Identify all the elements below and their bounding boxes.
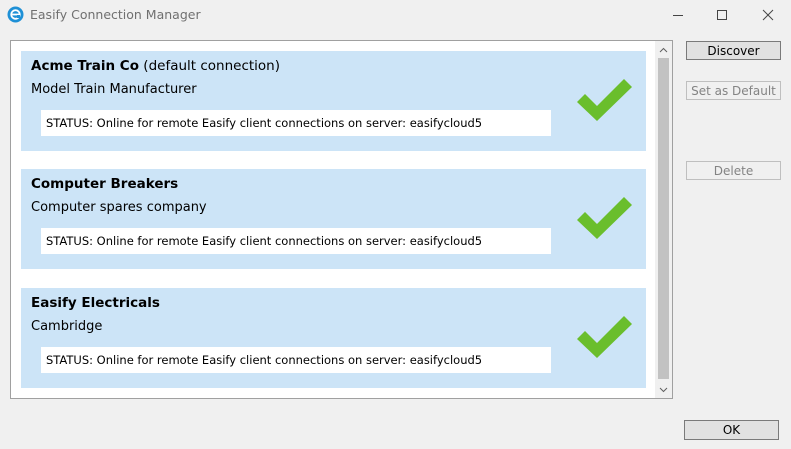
title-bar[interactable]: Easify Connection Manager bbox=[0, 0, 791, 30]
easify-logo-icon bbox=[7, 6, 24, 23]
ok-button[interactable]: OK bbox=[684, 420, 779, 440]
connection-card-easify-electricals[interactable]: Easify Electricals Cambridge STATUS: Onl… bbox=[21, 288, 646, 388]
connection-description: Computer spares company bbox=[31, 200, 207, 215]
connection-status: STATUS: Online for remote Easify client … bbox=[46, 234, 483, 248]
chevron-up-icon bbox=[659, 47, 668, 52]
window-title: Easify Connection Manager bbox=[30, 7, 201, 22]
connection-card-computer-breakers[interactable]: Computer Breakers Computer spares compan… bbox=[21, 169, 646, 269]
close-button[interactable] bbox=[745, 0, 791, 30]
connection-name: Computer Breakers bbox=[31, 176, 179, 192]
scroll-up-button[interactable] bbox=[655, 41, 672, 58]
connection-title: Acme Train Co (default connection) bbox=[31, 58, 280, 74]
connection-status-box: STATUS: Online for remote Easify client … bbox=[41, 347, 551, 373]
maximize-button[interactable] bbox=[699, 0, 745, 30]
connection-title: Easify Electricals bbox=[31, 295, 160, 311]
connection-manager-window: Easify Connection Manager Acme Train Co … bbox=[0, 0, 791, 449]
set-as-default-button[interactable]: Set as Default bbox=[686, 81, 781, 100]
connection-status: STATUS: Online for remote Easify client … bbox=[46, 353, 483, 367]
connection-card-acme-train-co[interactable]: Acme Train Co (default connection) Model… bbox=[21, 51, 646, 151]
scroll-down-button[interactable] bbox=[655, 381, 672, 398]
delete-button[interactable]: Delete bbox=[686, 161, 781, 180]
default-connection-note: (default connection) bbox=[143, 58, 281, 74]
check-icon bbox=[577, 79, 632, 121]
minimize-icon bbox=[673, 15, 683, 16]
connection-status: STATUS: Online for remote Easify client … bbox=[46, 116, 483, 130]
minimize-button[interactable] bbox=[655, 0, 701, 30]
connection-description: Model Train Manufacturer bbox=[31, 82, 197, 97]
connection-status-box: STATUS: Online for remote Easify client … bbox=[41, 110, 551, 136]
discover-button[interactable]: Discover bbox=[686, 41, 781, 60]
close-icon bbox=[762, 9, 774, 21]
vertical-scrollbar[interactable] bbox=[655, 41, 672, 398]
connection-name: Easify Electricals bbox=[31, 295, 160, 311]
connection-name: Acme Train Co bbox=[31, 58, 139, 74]
chevron-down-icon bbox=[659, 387, 668, 392]
connection-status-box: STATUS: Online for remote Easify client … bbox=[41, 228, 551, 254]
maximize-icon bbox=[717, 10, 727, 20]
connection-description: Cambridge bbox=[31, 319, 103, 334]
connection-title: Computer Breakers bbox=[31, 176, 178, 192]
check-icon bbox=[577, 197, 632, 239]
check-icon bbox=[577, 316, 632, 358]
scroll-thumb[interactable] bbox=[658, 58, 669, 379]
connection-list[interactable]: Acme Train Co (default connection) Model… bbox=[10, 40, 673, 399]
